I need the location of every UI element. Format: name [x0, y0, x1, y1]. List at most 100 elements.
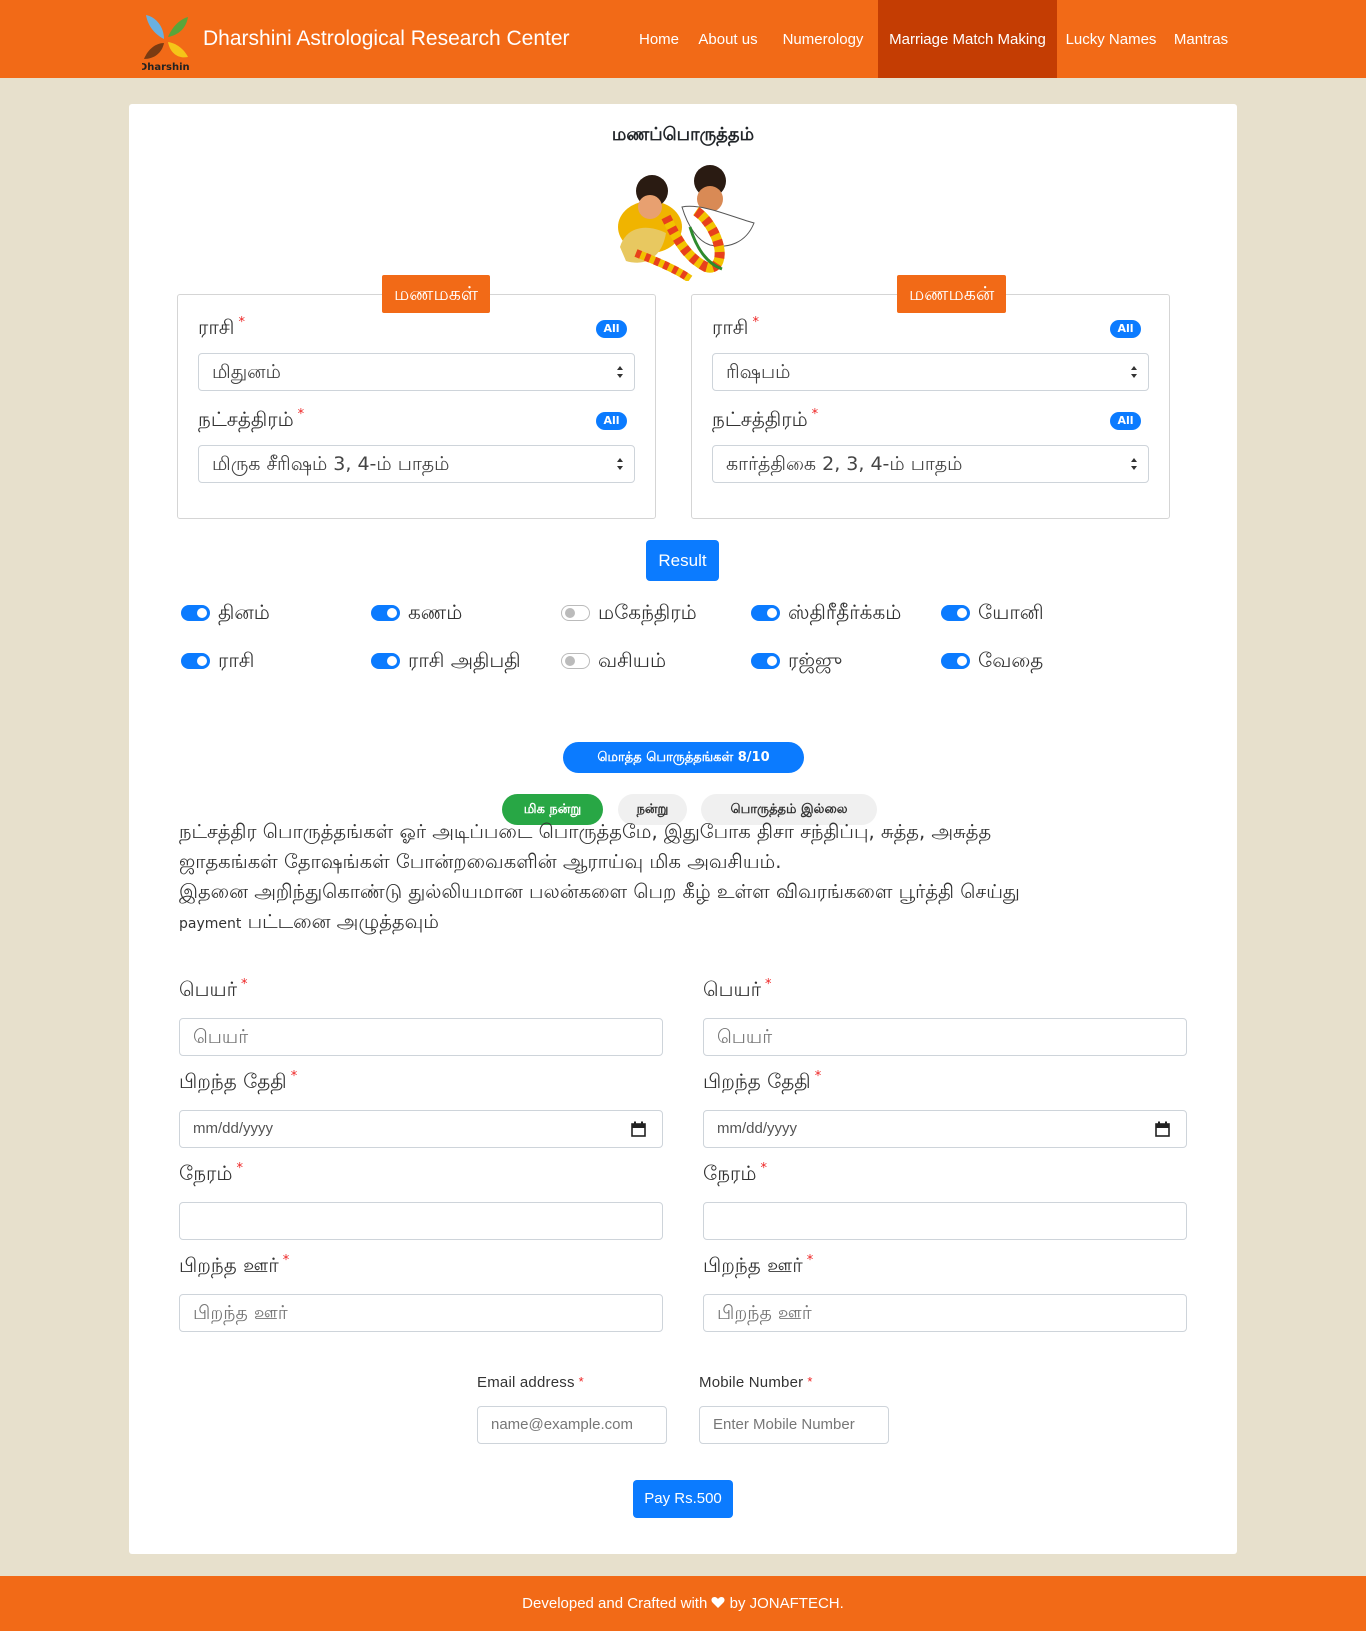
required-mark: * — [807, 1374, 813, 1389]
nav-home[interactable]: Home — [632, 0, 686, 78]
left-dob-input[interactable]: mm/dd/yyyy — [179, 1110, 663, 1148]
calendar-icon[interactable] — [1155, 1121, 1170, 1137]
left-time-input[interactable] — [179, 1202, 663, 1240]
groom-star-all-badge[interactable]: All — [1110, 412, 1141, 430]
mobile-input[interactable]: Enter Mobile Number — [699, 1406, 889, 1444]
result-button[interactable]: Result — [646, 540, 719, 581]
calendar-icon[interactable] — [631, 1121, 646, 1137]
left-name-input[interactable]: பெயர் — [179, 1018, 663, 1056]
navbar: Dharshini Dharshini Astrological Researc… — [0, 0, 1366, 78]
brand-name[interactable]: Dharshini Astrological Research Center — [203, 27, 570, 51]
porutham-toggle[interactable]: தினம் — [181, 598, 270, 628]
nav-about-us[interactable]: About us — [693, 0, 763, 78]
right-name-label: பெயர் * — [703, 977, 772, 1001]
toggle-switch[interactable] — [181, 605, 210, 621]
toggle-knob — [957, 608, 967, 618]
porutham-toggle[interactable]: கணம் — [371, 598, 462, 628]
toggle-knob — [197, 656, 207, 666]
toggle-knob — [957, 656, 967, 666]
toggle-switch[interactable] — [371, 605, 400, 621]
right-place-input[interactable]: பிறந்த ஊர் — [703, 1294, 1187, 1332]
select-caret-icon — [1131, 366, 1137, 378]
bride-rasi-select[interactable]: மிதுனம் — [198, 353, 635, 391]
porutham-toggle[interactable]: மகேந்திரம் — [561, 598, 697, 628]
toggle-label: யோனி — [978, 599, 1044, 624]
porutham-toggle[interactable]: ரஜ்ஜு — [751, 646, 842, 676]
bride-legend: மணமகள் — [382, 275, 491, 313]
bride-rasi-label: ராசி * — [198, 315, 245, 339]
toggle-knob — [767, 656, 777, 666]
email-label: Email address * — [477, 1374, 584, 1391]
toggle-knob — [565, 608, 575, 618]
required-mark: * — [290, 1069, 298, 1084]
porutham-toggle[interactable]: ராசி — [181, 646, 254, 676]
required-mark: * — [752, 315, 759, 330]
toggle-switch[interactable] — [561, 653, 590, 669]
toggle-knob — [565, 656, 575, 666]
left-place-input[interactable]: பிறந்த ஊர் — [179, 1294, 663, 1332]
groom-rasi-select[interactable]: ரிஷபம் — [712, 353, 1149, 391]
right-time-input[interactable] — [703, 1202, 1187, 1240]
footer: Developed and Crafted with by JONAFTECH. — [0, 1576, 1366, 1631]
toggle-switch[interactable] — [181, 653, 210, 669]
dharshini-logo[interactable]: Dharshini — [142, 9, 190, 71]
toggle-switch[interactable] — [751, 605, 780, 621]
required-mark: * — [241, 977, 248, 992]
toggle-knob — [387, 608, 397, 618]
groom-star-select[interactable]: கார்த்திகை 2, 3, 4-ம் பாதம் — [712, 445, 1149, 483]
email-input[interactable]: name@example.com — [477, 1406, 667, 1444]
groom-star-value: கார்த்திகை 2, 3, 4-ம் பாதம் — [726, 453, 963, 475]
footer-text-after: by JONAFTECH. — [725, 1595, 844, 1612]
bride-star-all-badge[interactable]: All — [596, 412, 627, 430]
toggle-switch[interactable] — [941, 605, 970, 621]
logo-text: Dharshini — [142, 62, 190, 71]
toggle-label: ராசி — [218, 647, 255, 672]
porutham-toggle[interactable]: வேதை — [941, 646, 1043, 676]
right-name-input[interactable]: பெயர் — [703, 1018, 1187, 1056]
required-mark: * — [238, 315, 245, 330]
bride-rasi-all-badge[interactable]: All — [596, 320, 627, 338]
right-dob-input[interactable]: mm/dd/yyyy — [703, 1110, 1187, 1148]
total-matches-badge: மொத்த பொருத்தங்கள் 8/10 — [563, 742, 804, 773]
toggle-switch[interactable] — [941, 653, 970, 669]
groom-star-label: நட்சத்திரம் * — [712, 407, 819, 431]
nav-marriage-match-making[interactable]: Marriage Match Making — [878, 0, 1057, 78]
groom-panel: மணமகன் ராசி * All ரிஷபம் நட்சத்திரம் * All… — [691, 275, 1170, 519]
toggle-switch[interactable] — [561, 605, 590, 621]
toggle-label: ராசி அதிபதி — [408, 647, 521, 672]
nav-numerology[interactable]: Numerology — [773, 0, 873, 78]
toggle-switch[interactable] — [371, 653, 400, 669]
pay-button[interactable]: Pay Rs.500 — [633, 1480, 733, 1518]
porutham-toggle[interactable]: வசியம் — [561, 646, 666, 676]
select-caret-icon — [1131, 458, 1137, 470]
toggle-label: வேதை — [978, 647, 1044, 672]
bride-panel: மணமகள் ராசி * All மிதுனம் நட்சத்திரம் * Al… — [177, 275, 656, 519]
groom-rasi-all-badge[interactable]: All — [1110, 320, 1141, 338]
porutham-toggle[interactable]: ராசி அதிபதி — [371, 646, 521, 676]
info-paragraph: நட்சத்திர பொருத்தங்கள் ஓர் அடிப்படை பொரு… — [179, 817, 1189, 939]
info-line-1: நட்சத்திர பொருத்தங்கள் ஓர் அடிப்படை பொரு… — [179, 820, 992, 843]
couple-illustration — [618, 165, 755, 281]
porutham-toggle[interactable]: யோனி — [941, 598, 1044, 628]
left-place-label: பிறந்த ஊர் * — [179, 1253, 290, 1277]
required-mark: * — [297, 407, 305, 422]
nav-lucky-names[interactable]: Lucky Names — [1062, 0, 1160, 78]
info-line-2: ஜாதகங்கள் தோஷங்கள் போன்றவைகளின் ஆராய்வு … — [179, 850, 782, 873]
porutham-toggle[interactable]: ஸ்திரீதீர்க்கம் — [751, 598, 901, 628]
toggle-label: தினம் — [218, 599, 270, 624]
footer-text-before: Developed and Crafted with — [522, 1595, 712, 1612]
info-line-4: payment பட்டனை அழுத்தவும் — [179, 910, 439, 933]
toggle-switch[interactable] — [751, 653, 780, 669]
bride-rasi-value: மிதுனம் — [212, 361, 281, 383]
select-caret-icon — [617, 458, 623, 470]
heart-icon — [711, 1597, 725, 1608]
bride-star-select[interactable]: மிருக சீரிஷம் 3, 4-ம் பாதம் — [198, 445, 635, 483]
left-name-label: பெயர் * — [179, 977, 248, 1001]
toggle-label: மகேந்திரம் — [598, 599, 697, 624]
required-mark: * — [760, 1161, 767, 1176]
required-mark: * — [578, 1374, 584, 1389]
left-time-label: நேரம் * — [179, 1161, 243, 1185]
bride-star-label: நட்சத்திரம் * — [198, 407, 305, 431]
nav-mantras[interactable]: Mantras — [1167, 0, 1235, 78]
bride-star-value: மிருக சீரிஷம் 3, 4-ம் பாதம் — [212, 453, 450, 475]
